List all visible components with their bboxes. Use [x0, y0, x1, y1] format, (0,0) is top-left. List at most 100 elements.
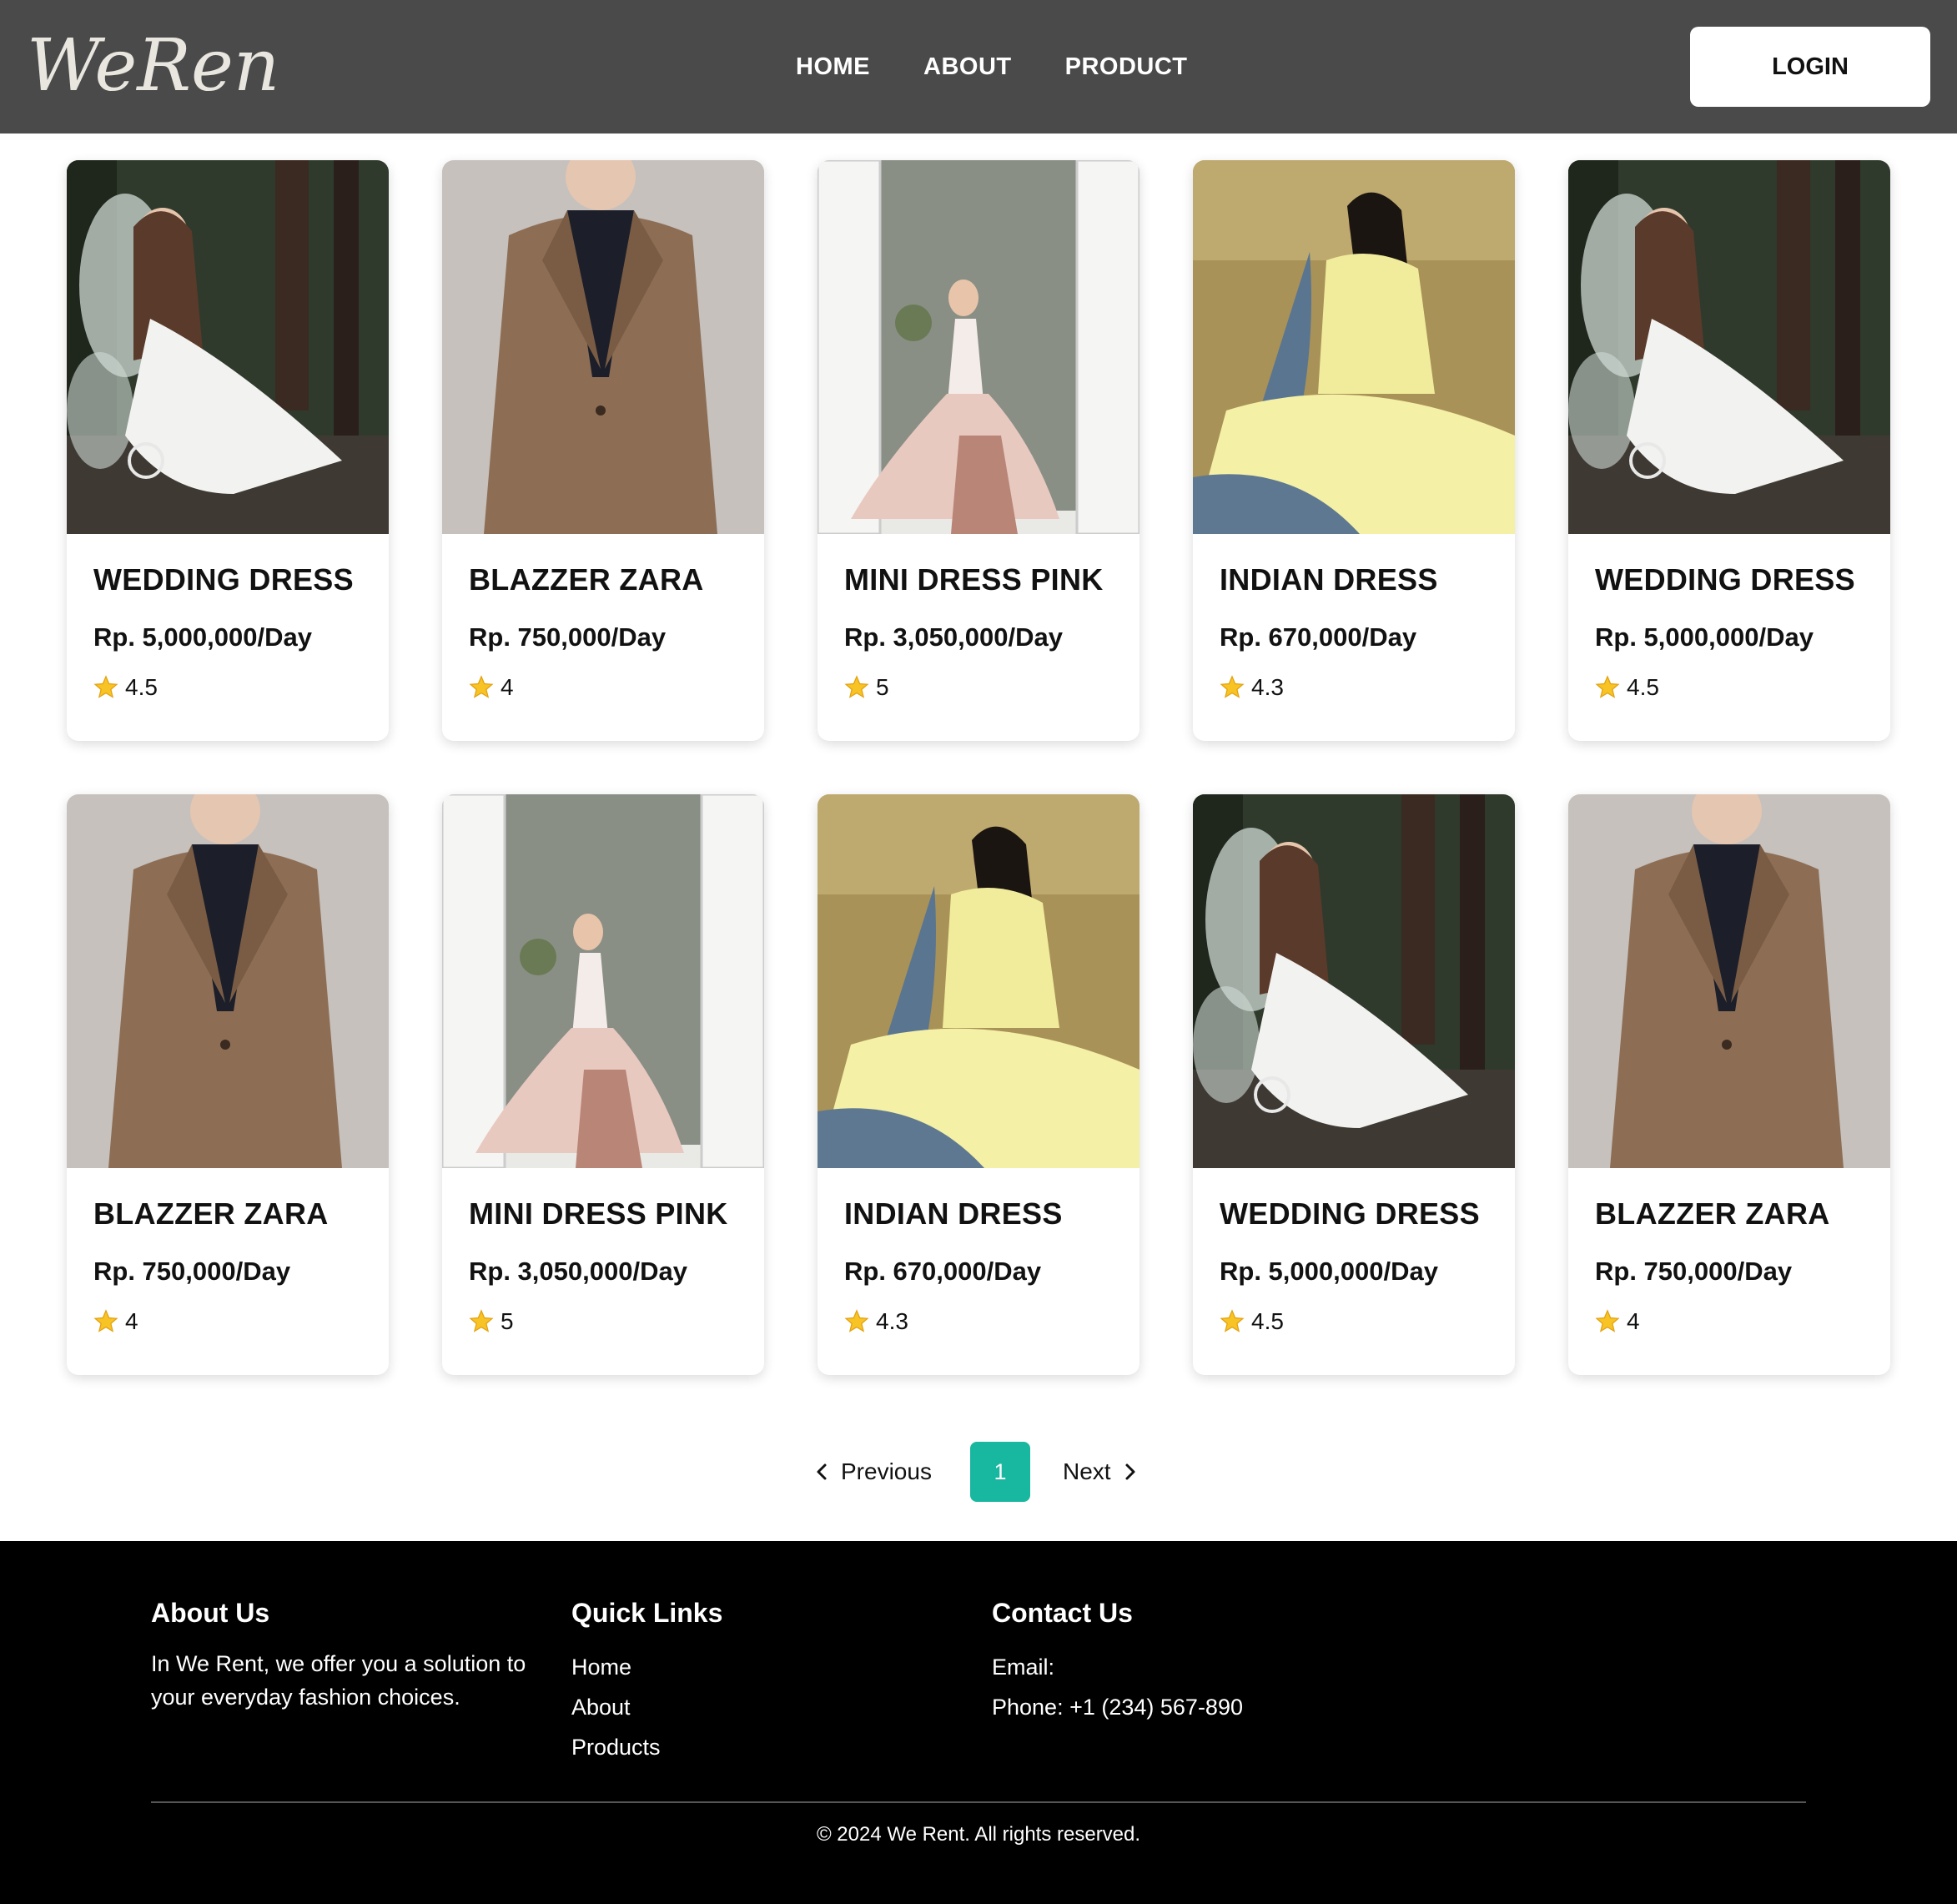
- rating-value: 4.5: [125, 674, 158, 700]
- current-page-button[interactable]: 1: [970, 1442, 1030, 1502]
- product-title[interactable]: WEDDING DRESS: [93, 562, 369, 597]
- star-icon: [1595, 1309, 1620, 1332]
- next-page-button[interactable]: Next: [1063, 1442, 1138, 1502]
- product-title[interactable]: WEDDING DRESS: [1220, 1196, 1495, 1232]
- product-card[interactable]: INDIAN DRESS Rp. 670,000/Day 4.3: [818, 794, 1139, 1375]
- rating-value: 4: [1627, 1308, 1640, 1334]
- footer-phone: Phone: +1 (234) 567-890: [992, 1695, 1243, 1720]
- previous-label: Previous: [841, 1458, 932, 1484]
- product-price: Rp. 3,050,000/Day: [469, 1257, 687, 1286]
- fairy-white-dress-photo: [1193, 794, 1515, 1168]
- product-image[interactable]: [442, 794, 764, 1168]
- previous-page-button[interactable]: Previous: [814, 1442, 932, 1502]
- main-nav: HOME ABOUT PRODUCT: [796, 0, 1188, 133]
- footer-link-products[interactable]: Products: [571, 1727, 905, 1767]
- footer-link-about[interactable]: About: [571, 1687, 905, 1727]
- rating-value: 4.5: [1627, 674, 1659, 700]
- product-card[interactable]: WEDDING DRESS Rp. 5,000,000/Day 4.5: [1568, 160, 1890, 741]
- product-title[interactable]: BLAZZER ZARA: [1595, 1196, 1870, 1232]
- product-image[interactable]: [1568, 160, 1890, 534]
- product-image[interactable]: [818, 794, 1139, 1168]
- product-image[interactable]: [67, 160, 389, 534]
- product-card[interactable]: WEDDING DRESS Rp. 5,000,000/Day 4.5: [1193, 794, 1515, 1375]
- yellow-indian-dress-photo: [818, 794, 1139, 1168]
- product-price: Rp. 670,000/Day: [1220, 622, 1417, 652]
- rating-value: 4.3: [1251, 674, 1284, 700]
- pink-gown-doorway-photo: [818, 160, 1139, 534]
- star-icon: [844, 1309, 869, 1332]
- product-rating: 5: [469, 1308, 514, 1335]
- product-price: Rp. 670,000/Day: [844, 1257, 1042, 1286]
- yellow-indian-dress-photo: [1193, 160, 1515, 534]
- product-title[interactable]: INDIAN DRESS: [1220, 562, 1495, 597]
- site-header: WeRent HOME ABOUT PRODUCT LOGIN: [0, 0, 1957, 133]
- product-image[interactable]: [67, 794, 389, 1168]
- star-icon: [1220, 1309, 1245, 1332]
- product-rating: 4: [93, 1308, 138, 1335]
- rating-value: 5: [876, 674, 889, 700]
- footer-quick-links-heading: Quick Links: [571, 1598, 723, 1628]
- rating-value: 4.5: [1251, 1308, 1284, 1334]
- product-image[interactable]: [1193, 794, 1515, 1168]
- product-rating: 4.3: [844, 1308, 908, 1335]
- nav-product-link[interactable]: PRODUCT: [1065, 53, 1188, 81]
- plaid-blazer-photo: [67, 794, 389, 1168]
- product-price: Rp. 750,000/Day: [1595, 1257, 1793, 1286]
- chevron-right-icon: [1125, 1463, 1135, 1480]
- star-icon: [93, 1309, 118, 1332]
- product-rating: 4.5: [1595, 674, 1659, 701]
- product-image[interactable]: [1568, 794, 1890, 1168]
- svg-text:WeRent: WeRent: [27, 25, 277, 108]
- plaid-blazer-photo: [1568, 794, 1890, 1168]
- site-footer: About Us In We Rent, we offer you a solu…: [0, 1541, 1957, 1904]
- footer-about-heading: About Us: [151, 1598, 270, 1628]
- product-card[interactable]: MINI DRESS PINK Rp. 3,050,000/Day 5: [442, 794, 764, 1375]
- star-icon: [844, 675, 869, 698]
- product-title[interactable]: BLAZZER ZARA: [93, 1196, 369, 1232]
- product-price: Rp. 5,000,000/Day: [93, 622, 312, 652]
- fairy-white-dress-photo: [1568, 160, 1890, 534]
- footer-contact-heading: Contact Us: [992, 1598, 1133, 1628]
- product-card[interactable]: BLAZZER ZARA Rp. 750,000/Day 4: [67, 794, 389, 1375]
- star-icon: [469, 1309, 494, 1332]
- star-icon: [1595, 675, 1620, 698]
- footer-about: About Us In We Rent, we offer you a solu…: [151, 1598, 551, 1714]
- nav-about-link[interactable]: ABOUT: [923, 53, 1012, 81]
- product-title[interactable]: WEDDING DRESS: [1595, 562, 1870, 597]
- product-rating: 4.5: [1220, 1308, 1284, 1335]
- product-title[interactable]: INDIAN DRESS: [844, 1196, 1119, 1232]
- product-card[interactable]: MINI DRESS PINK Rp. 3,050,000/Day 5: [818, 160, 1139, 741]
- product-rating: 4.5: [93, 674, 158, 701]
- footer-quick-links: Quick Links Home About Products: [571, 1598, 905, 1767]
- login-button[interactable]: LOGIN: [1690, 27, 1930, 107]
- werent-logo[interactable]: WeRent: [27, 25, 277, 108]
- product-price: Rp. 3,050,000/Day: [844, 622, 1063, 652]
- product-image[interactable]: [818, 160, 1139, 534]
- rating-value: 4: [501, 674, 514, 700]
- nav-home-link[interactable]: HOME: [796, 53, 870, 81]
- pink-gown-doorway-photo: [442, 794, 764, 1168]
- product-price: Rp. 5,000,000/Day: [1220, 1257, 1438, 1286]
- product-price: Rp. 5,000,000/Day: [1595, 622, 1814, 652]
- product-title[interactable]: MINI DRESS PINK: [469, 1196, 744, 1232]
- footer-divider: [151, 1801, 1806, 1803]
- plaid-blazer-photo: [442, 160, 764, 534]
- footer-link-home[interactable]: Home: [571, 1647, 905, 1687]
- product-title[interactable]: MINI DRESS PINK: [844, 562, 1119, 597]
- product-rating: 5: [844, 674, 889, 701]
- product-card[interactable]: WEDDING DRESS Rp. 5,000,000/Day 4.5: [67, 160, 389, 741]
- star-icon: [1220, 675, 1245, 698]
- product-title[interactable]: BLAZZER ZARA: [469, 562, 744, 597]
- footer-copyright: © 2024 We Rent. All rights reserved.: [816, 1823, 1141, 1846]
- star-icon: [469, 675, 494, 698]
- product-card[interactable]: BLAZZER ZARA Rp. 750,000/Day 4: [1568, 794, 1890, 1375]
- product-image[interactable]: [442, 160, 764, 534]
- product-image[interactable]: [1193, 160, 1515, 534]
- product-rating: 4: [1595, 1308, 1640, 1335]
- product-card[interactable]: INDIAN DRESS Rp. 670,000/Day 4.3: [1193, 160, 1515, 741]
- rating-value: 5: [501, 1308, 514, 1334]
- footer-about-text: In We Rent, we offer you a solution to y…: [151, 1651, 526, 1710]
- star-icon: [93, 675, 118, 698]
- product-card[interactable]: BLAZZER ZARA Rp. 750,000/Day 4: [442, 160, 764, 741]
- product-rating: 4.3: [1220, 674, 1284, 701]
